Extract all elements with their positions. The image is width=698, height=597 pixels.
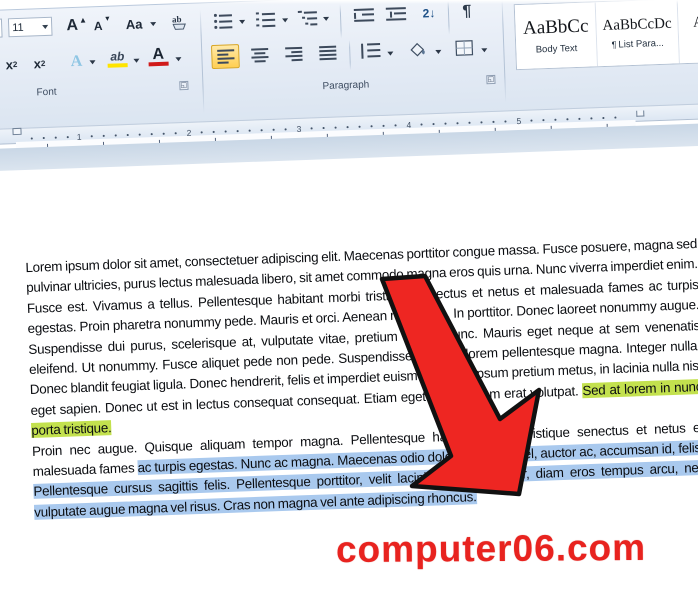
paragraph-sep-a	[339, 4, 342, 39]
borders-glyph	[455, 40, 474, 56]
left-indent-marker[interactable]	[12, 127, 22, 136]
style-list-paragraph[interactable]: AaBbCcDc ¶ List Para...	[596, 0, 680, 67]
change-case-icon[interactable]: Aa	[122, 15, 147, 33]
superscript-digit: 2	[40, 58, 46, 68]
font-color-bar	[148, 61, 169, 66]
shrink-font-caret-icon: ▼	[103, 15, 112, 23]
bullets-icon[interactable]	[213, 12, 235, 29]
chevron-down-icon	[42, 24, 49, 30]
paragraph-sep-b	[447, 0, 450, 35]
style-label-body-text: Body Text	[535, 42, 578, 56]
text-highlight-dropdown-icon[interactable]	[133, 58, 140, 63]
watermark-text: computer06.com	[335, 526, 647, 571]
ruler-tick-3: 3	[296, 123, 302, 134]
align-right-icon[interactable]	[285, 46, 303, 62]
clear-formatting-glyph: ab	[172, 14, 186, 30]
style-pilcrow-icon: ¶	[611, 39, 617, 50]
subscript-icon[interactable]: x2	[1, 55, 22, 74]
ruler-tick-5: 5	[516, 115, 522, 127]
top-edge-fade	[0, 0, 698, 4]
show-formatting-marks-icon[interactable]: ¶	[458, 2, 477, 23]
change-case-dropdown-icon[interactable]	[150, 22, 157, 27]
ruler-tick-1: 1	[76, 131, 82, 142]
borders-icon[interactable]	[453, 38, 476, 59]
multilevel-list-dropdown-icon[interactable]	[323, 16, 330, 22]
subscript-digit: 2	[12, 59, 18, 69]
group-separator	[199, 9, 205, 114]
font-color-dropdown-icon[interactable]	[175, 57, 182, 62]
font-size-value: 11	[12, 21, 24, 34]
align-center-icon[interactable]	[251, 48, 269, 63]
paragraph-sep-c	[348, 40, 351, 71]
quick-styles-gallery[interactable]: AaBbCc Body Text AaBbCcDc ¶ List Para...…	[513, 0, 698, 71]
multilevel-list-icon[interactable]	[297, 9, 321, 26]
word-screenshot: Doc ayout References Mailings Review Vie…	[0, 0, 698, 597]
document-text-body[interactable]: Lorem ipsum dolor sit amet, consectetuer…	[25, 234, 698, 523]
paint-bucket-glyph	[410, 42, 425, 57]
sort-icon[interactable]: 2↓	[418, 4, 441, 23]
increase-indent-icon[interactable]	[385, 6, 409, 23]
clear-formatting-icon[interactable]: ab	[170, 12, 193, 33]
justify-icon[interactable]	[319, 45, 337, 61]
right-indent-marker[interactable]	[636, 110, 645, 117]
paragraph-group-label: Paragraph	[322, 79, 370, 93]
style-body-text[interactable]: AaBbCc Body Text	[514, 2, 599, 70]
align-left-icon[interactable]	[217, 49, 235, 64]
line-spacing-dropdown-icon[interactable]	[387, 51, 394, 56]
superscript-icon[interactable]: x2	[29, 54, 50, 73]
numbering-icon[interactable]	[255, 11, 279, 28]
font-dialog-launcher[interactable]: ◱	[179, 80, 189, 91]
numbering-dropdown-icon[interactable]	[282, 18, 289, 23]
bullets-dropdown-icon[interactable]	[239, 19, 246, 25]
group-separator-2	[501, 0, 507, 103]
text-effects-icon[interactable]: A	[67, 52, 86, 72]
text-highlight-color-bar	[107, 63, 128, 68]
style-label-list-paragraph: List Para...	[618, 37, 665, 50]
style-no-spacing[interactable]: AaBbCc ¶ No Spa	[677, 0, 698, 64]
line-spacing-icon[interactable]	[359, 43, 382, 61]
paragraph-dialog-launcher[interactable]: ◱	[486, 74, 496, 85]
style-preview-no-spacing: AaBbCc	[692, 12, 698, 31]
font-name-combo[interactable]	[0, 18, 3, 40]
font-color-icon[interactable]: A	[149, 45, 168, 64]
decrease-indent-icon[interactable]	[353, 7, 377, 24]
text-effects-dropdown-icon[interactable]	[89, 60, 96, 65]
style-preview-body-text: AaBbCc	[522, 15, 589, 39]
shading-dropdown-icon[interactable]	[435, 49, 442, 55]
paragraph-1[interactable]: Lorem ipsum dolor sit amet, consectetuer…	[25, 234, 698, 442]
svg-text:ab: ab	[172, 14, 182, 24]
font-group-label: Font	[36, 86, 57, 99]
borders-dropdown-icon[interactable]	[481, 48, 488, 53]
grow-font-caret-icon: ▲	[78, 15, 88, 25]
font-size-combo[interactable]: 11	[7, 16, 53, 38]
shading-icon[interactable]	[407, 39, 430, 60]
ruler-tick-2: 2	[186, 127, 192, 138]
ruler-tick-4: 4	[406, 119, 412, 131]
